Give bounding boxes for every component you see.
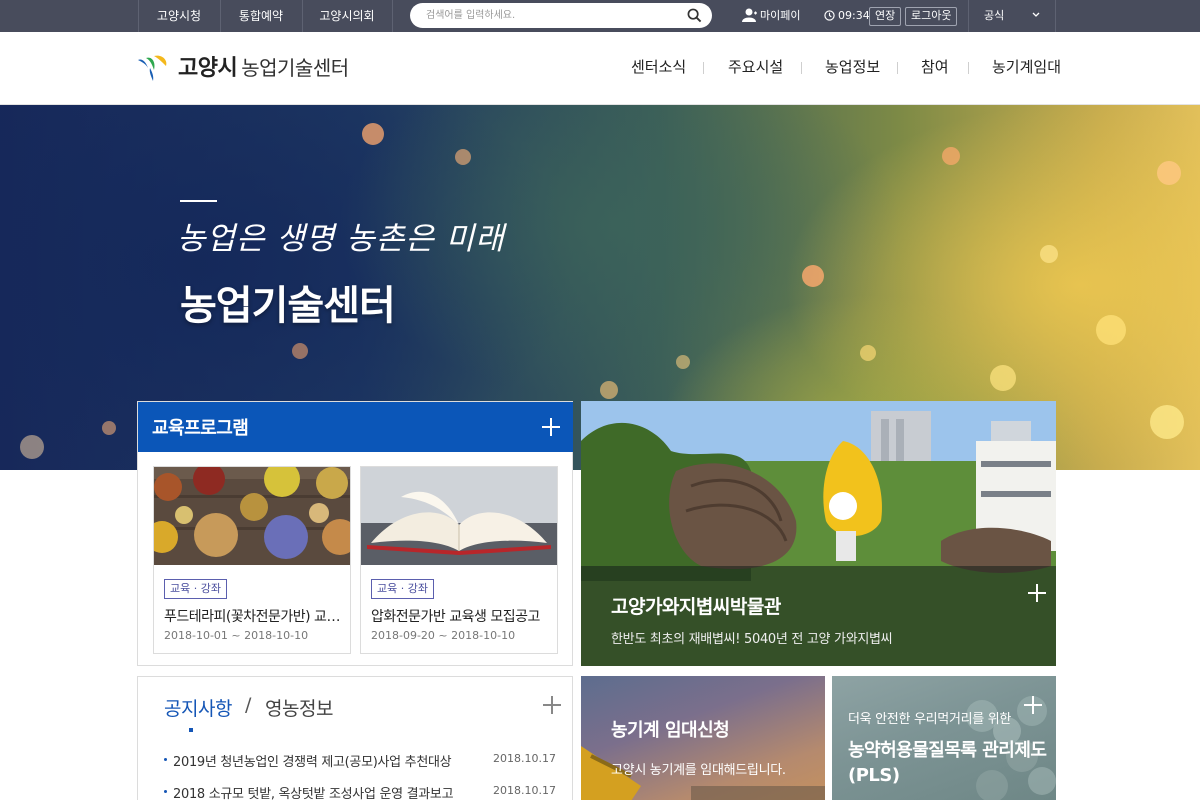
rental-title: 농기계 임대신청	[611, 720, 730, 741]
nav-agri-info[interactable]: 농업정보	[825, 56, 880, 77]
notice-date: 2018.10.17	[493, 752, 556, 765]
notice-title[interactable]: 2018 소규모 텃밭, 옥상텃밭 조성사업 운영 결과보고	[173, 783, 483, 800]
goyang-logo-icon	[138, 55, 167, 81]
nav-main-facilities[interactable]: 주요시설	[728, 56, 783, 77]
clock-icon	[824, 10, 835, 21]
museum-description: 한반도 최초의 재배볍씨! 5040년 전 고양 가와지볍씨	[611, 632, 893, 647]
search-box	[410, 3, 712, 28]
search-input[interactable]	[426, 6, 676, 25]
bokeh-light	[990, 365, 1016, 391]
more-plus-icon[interactable]	[542, 418, 560, 436]
bokeh-light	[676, 355, 690, 369]
bokeh-light	[1150, 405, 1184, 439]
notice-list-item[interactable]: 2018 소규모 텃밭, 옥상텃밭 조성사업 운영 결과보고 2018.10.1…	[164, 783, 556, 800]
official-sns-dropdown[interactable]: 공식SNS	[984, 0, 1024, 54]
bokeh-light	[860, 345, 876, 361]
more-plus-icon[interactable]	[1024, 696, 1042, 714]
logout-button[interactable]: 로그아웃	[905, 7, 958, 26]
extend-session-button[interactable]: 연장	[869, 7, 902, 26]
bokeh-light	[292, 343, 308, 359]
bokeh-light	[20, 435, 44, 459]
nav-divider	[897, 62, 898, 74]
list-bullet	[164, 758, 167, 761]
category-badge: 교육 · 강좌	[371, 579, 434, 599]
more-plus-icon[interactable]	[1028, 584, 1046, 602]
bokeh-light	[802, 265, 824, 287]
user-icon	[742, 8, 757, 22]
link-goyang-city[interactable]: 고양시청	[139, 0, 219, 32]
nav-divider	[703, 62, 704, 74]
nav-divider	[968, 62, 969, 74]
education-panel-title: 교육프로그램	[152, 418, 249, 439]
notice-panel: 공지사항 / 영농정보 2019년 청년농업인 경쟁력 제고(공모)사업 추천대…	[137, 676, 573, 800]
nav-center-news[interactable]: 센터소식	[631, 56, 686, 77]
chevron-down-icon[interactable]	[1032, 12, 1040, 18]
search-icon[interactable]	[687, 8, 702, 23]
top-utility-bar: 고양시청 통합예약 고양시의회 마이페이지 09:34 연장 로그아웃 공식SN…	[0, 0, 1200, 54]
nav-divider	[801, 62, 802, 74]
link-city-council[interactable]: 고양시의회	[303, 0, 391, 32]
site-header: 고양시 농업기술센터 센터소식 주요시설 농업정보 참여 농기계임대	[0, 32, 1200, 105]
card-title[interactable]: 푸드테라피(꽃차전문가반) 교육생 모집공고	[164, 606, 342, 626]
card-title[interactable]: 압화전문가반 교육생 모집공고	[371, 606, 549, 626]
hero-slogan: 농업은 생명 농촌은 미래	[177, 221, 505, 257]
card-date-range: 2018-09-20 ~ 2018-10-10	[371, 629, 516, 642]
bokeh-light	[1096, 315, 1126, 345]
link-integrated-reservation[interactable]: 통합예약	[221, 0, 301, 32]
notice-list-item[interactable]: 2019년 청년농업인 경쟁력 제고(공모)사업 추천대상 2018.10.17	[164, 751, 556, 770]
education-program-panel: 교육프로그램 교육 · 강좌 푸드테라피(꽃차전문가반) 교육 2018-10-…	[137, 401, 573, 666]
education-card[interactable]: 교육 · 강좌 푸드테라피(꽃차전문가반) 교육생 모집공고 2018-10-0…	[153, 466, 351, 654]
card-date-range: 2018-10-01 ~ 2018-10-10	[164, 629, 309, 642]
education-card[interactable]: 교육 · 강좌 압화전문가반 교육생 모집공고 2018-09-20 ~ 201…	[360, 466, 558, 654]
museum-promo-banner[interactable]: 고양가와지볍씨박물관 한반도 최초의 재배볍씨! 5040년 전 고양 가와지볍…	[581, 401, 1056, 666]
rental-description: 고양시 농기계를 임대해드립니다.	[611, 763, 786, 778]
bokeh-light	[1157, 161, 1181, 185]
divider	[968, 0, 969, 32]
bokeh-light	[455, 149, 471, 165]
bokeh-light	[362, 123, 384, 145]
bokeh-light	[1040, 245, 1058, 263]
bokeh-light	[600, 381, 618, 399]
pls-title: 농약허용물질목록 관리제도(PLS)	[848, 740, 1047, 786]
more-plus-icon[interactable]	[543, 696, 561, 714]
nav-participation[interactable]: 참여	[921, 56, 949, 77]
category-badge: 교육 · 강좌	[164, 579, 227, 599]
tab-notices[interactable]: 공지사항	[164, 694, 232, 721]
museum-title: 고양가와지볍씨박물관	[611, 596, 781, 618]
education-panel-header: 교육프로그램	[138, 402, 573, 452]
notice-title[interactable]: 2019년 청년농업인 경쟁력 제고(공모)사업 추천대상	[173, 751, 483, 770]
pls-promo[interactable]: 더욱 안전한 우리먹거리를 위한 농약허용물질목록 관리제도(PLS)	[832, 676, 1056, 800]
notice-date: 2018.10.17	[493, 784, 556, 797]
tab-farming-info[interactable]: 영농정보	[265, 694, 333, 721]
machinery-rental-promo[interactable]: 농기계 임대신청 고양시 농기계를 임대해드립니다.	[581, 676, 825, 800]
pls-subtitle: 더욱 안전한 우리먹거리를 위한	[848, 712, 1012, 727]
divider	[392, 0, 393, 32]
hero-accent-line	[180, 200, 217, 202]
hero-title: 농업기술센터	[180, 283, 396, 329]
bokeh-light	[942, 147, 960, 165]
tab-separator: /	[245, 694, 252, 716]
list-bullet	[164, 790, 167, 793]
active-tab-indicator	[189, 728, 193, 732]
herbs-image	[154, 467, 350, 565]
nav-machinery-rental[interactable]: 농기계임대	[992, 56, 1061, 77]
bokeh-light	[102, 421, 116, 435]
logo-city-name: 고양시	[178, 56, 238, 81]
session-timer: 09:34	[838, 9, 870, 22]
logo-center-name: 농업기술센터	[241, 56, 349, 80]
open-book-image	[361, 467, 557, 565]
divider	[1055, 0, 1056, 32]
mypage-link[interactable]: 마이페이지	[760, 0, 810, 54]
